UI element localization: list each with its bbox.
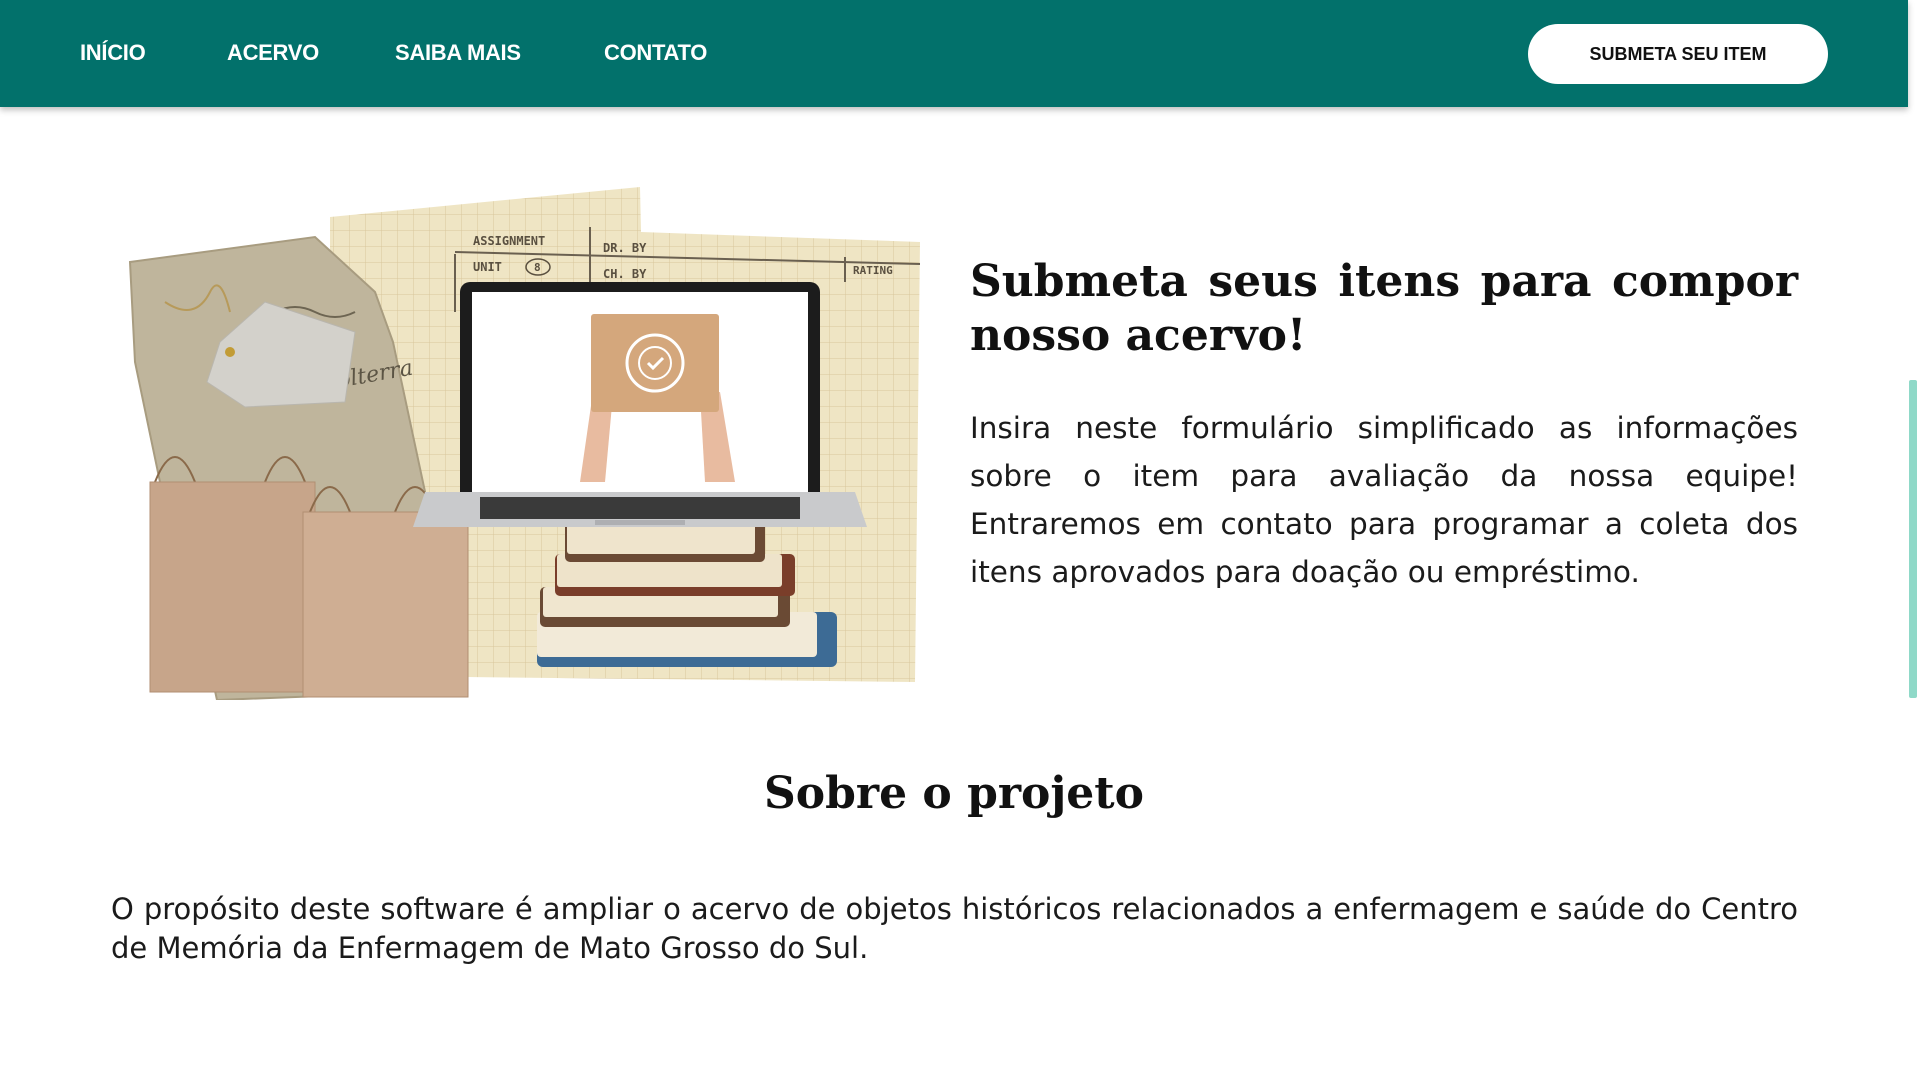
nav-link-acervo[interactable]: ACERVO — [227, 40, 319, 66]
top-navigation-bar: INÍCIO ACERVO SAIBA MAIS CONTATO SUBMETA… — [0, 0, 1908, 107]
hero-description: Insira neste formulário simplificado as … — [970, 411, 1798, 589]
paper-label-ch-by: CH. BY — [603, 267, 647, 281]
nav-link-contato[interactable]: CONTATO — [604, 40, 707, 66]
hero-title: Submeta seus itens para compor nosso ace… — [970, 256, 1798, 361]
collage-illustration: ASSIGNMENT UNIT 8 DR. BY CH. BY RATING V… — [128, 187, 921, 700]
nav-link-saiba-mais[interactable]: SAIBA MAIS — [395, 40, 521, 66]
about-section-text: O propósito deste software é ampliar o a… — [111, 892, 1798, 965]
nav-link-inicio[interactable]: INÍCIO — [80, 40, 146, 66]
paper-label-rating: RATING — [853, 264, 893, 277]
paper-label-unit: UNIT — [473, 260, 502, 274]
paper-label-dr-by: DR. BY — [603, 241, 647, 255]
paper-label-assignment: ASSIGNMENT — [473, 234, 545, 248]
scrollbar-thumb[interactable] — [1909, 380, 1917, 698]
submit-item-button[interactable]: SUBMETA SEU ITEM — [1528, 24, 1828, 84]
page: INÍCIO ACERVO SAIBA MAIS CONTATO SUBMETA… — [0, 0, 1917, 1079]
laptop-image — [413, 282, 867, 527]
about-section-title: Sobre o projeto — [764, 768, 1144, 819]
paper-label-unit-number: 8 — [534, 261, 541, 274]
